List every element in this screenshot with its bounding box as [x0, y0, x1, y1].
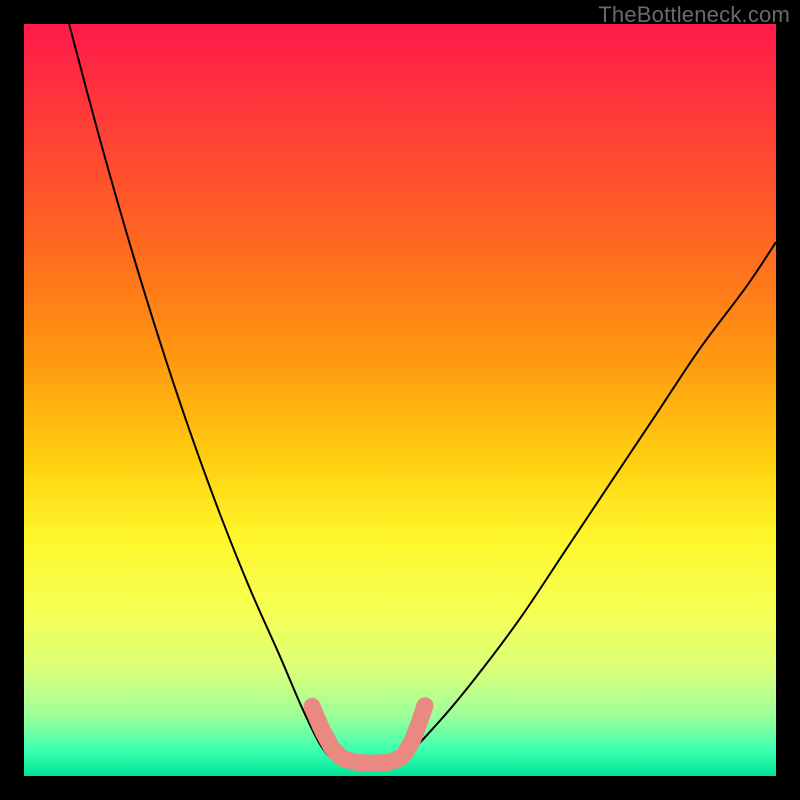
bottleneck-chart	[24, 24, 776, 776]
plot-area	[24, 24, 776, 776]
chart-container: TheBottleneck.com	[0, 0, 800, 800]
valley-marker-segment	[420, 706, 425, 720]
gradient-background	[24, 24, 776, 776]
